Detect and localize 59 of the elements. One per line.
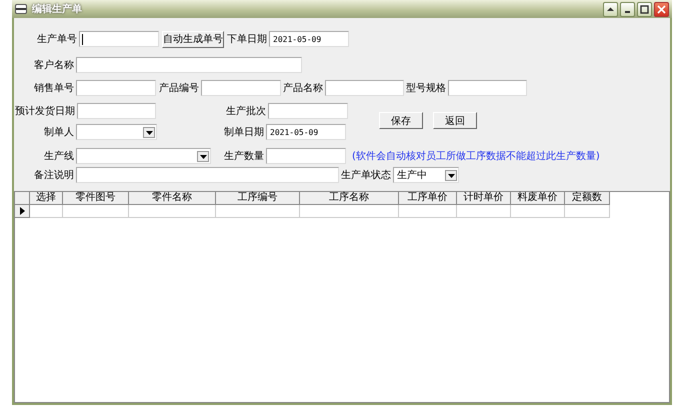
column-header[interactable]: 料废单价 [511, 192, 565, 205]
dropdown[interactable]: 生产中 [393, 167, 459, 183]
field-label: 生产单号 [36, 32, 78, 46]
field-label: 客户名称 [33, 58, 75, 72]
close-icon [657, 4, 666, 14]
current-row-icon [20, 207, 24, 215]
column-header[interactable]: 计时单价 [457, 192, 511, 205]
field-label: 下单日期 [227, 32, 268, 46]
input-field[interactable] [76, 57, 302, 73]
minimize-button[interactable] [620, 2, 635, 16]
window-title: 编辑生产单 [32, 2, 83, 16]
field-label: 产品名称 [283, 82, 324, 95]
input-field[interactable]: 2021-05-09 [269, 31, 349, 47]
table-cell [457, 205, 511, 218]
input-field[interactable] [76, 167, 339, 183]
column-header[interactable]: 零件名称 [129, 192, 216, 205]
row-header[interactable] [15, 205, 30, 218]
window-menu-icon[interactable] [15, 4, 27, 14]
field-label: 预计发货日期 [15, 104, 76, 118]
hint-text: (软件会自动核对员工所做工序数据不能超过此生产数量) [352, 150, 600, 163]
input-field[interactable] [266, 148, 346, 164]
minimize-icon [625, 10, 630, 12]
field-label: 销售单号 [33, 82, 75, 95]
column-header[interactable]: 工序名称 [300, 192, 399, 205]
column-header[interactable]: 定额数 [565, 192, 610, 205]
maximize-button[interactable] [637, 2, 652, 16]
field-label: 制单日期 [224, 126, 265, 139]
field-label: 备注说明 [33, 168, 75, 182]
maximize-icon [640, 4, 649, 14]
table-cell [511, 205, 565, 218]
field-label: 生产线 [43, 150, 75, 163]
field-label: 制单人 [43, 126, 75, 139]
action-button[interactable]: 保存 [379, 112, 423, 129]
field-label: 生产数量 [224, 150, 265, 163]
table-cell [399, 205, 457, 218]
input-field[interactable] [268, 103, 348, 119]
input-field[interactable] [76, 80, 156, 96]
input-field[interactable] [79, 31, 159, 47]
column-header[interactable]: 工序单价 [399, 192, 457, 205]
table-cell [63, 205, 129, 218]
table-cell [30, 205, 63, 218]
column-header[interactable]: 选择 [30, 192, 63, 205]
close-button[interactable] [654, 2, 669, 16]
input-field[interactable] [325, 80, 404, 96]
table-cell [565, 205, 610, 218]
triangle-up-icon [606, 4, 615, 14]
input-field[interactable] [448, 80, 527, 96]
field-label: 生产单状态 [341, 168, 392, 182]
field-label: 产品编号 [159, 82, 200, 95]
column-header[interactable]: 零件图号 [63, 192, 129, 205]
field-label: 型号规格 [406, 82, 447, 95]
input-field[interactable]: 2021-05-09 [266, 124, 346, 140]
generate-number-button[interactable]: 自动生成单号 [162, 30, 224, 48]
roll-up-button[interactable] [603, 2, 618, 16]
input-field[interactable] [77, 103, 156, 119]
column-header[interactable]: 工序编号 [216, 192, 300, 205]
input-field[interactable] [201, 80, 281, 96]
action-button[interactable]: 返回 [433, 112, 477, 129]
field-label: 生产批次 [226, 104, 267, 118]
